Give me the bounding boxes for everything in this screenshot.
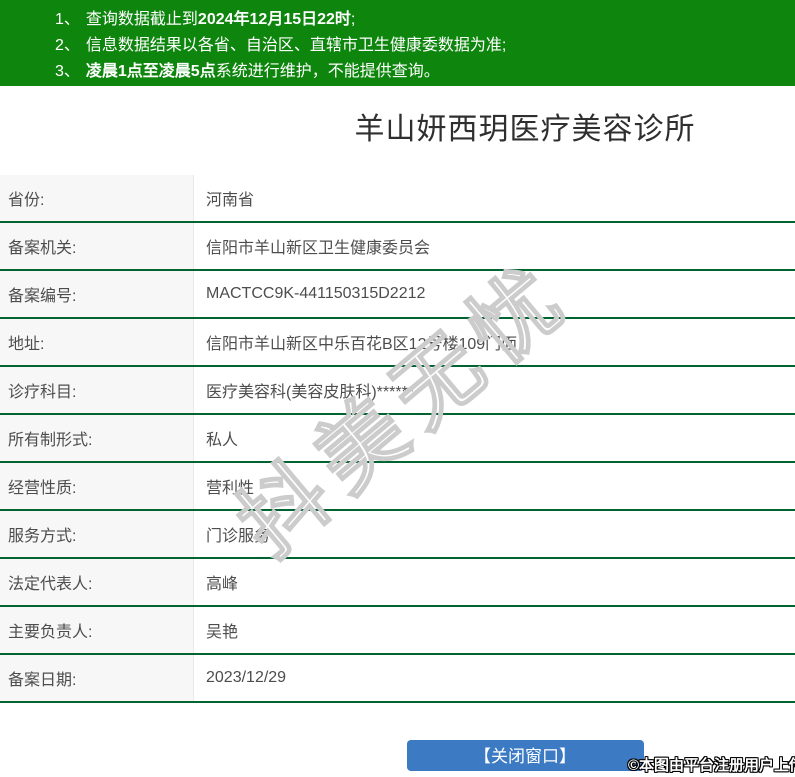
notice-text: ; bbox=[350, 11, 356, 28]
field-value: 河南省 bbox=[193, 175, 795, 223]
table-row: 经营性质: 营利性 bbox=[0, 462, 795, 511]
notice-number: 3、 bbox=[55, 63, 80, 80]
table-row: 服务方式: 门诊服务 bbox=[0, 510, 795, 559]
notice-text-bold: 凌晨1点至凌晨5点 bbox=[85, 63, 216, 80]
field-label: 备案日期: bbox=[0, 654, 194, 703]
notice-number: 1、 bbox=[55, 11, 80, 28]
info-table: 省份: 河南省 备案机关: 信阳市羊山新区卫生健康委员会 备案编号: MACTCC9K-4… bbox=[0, 175, 795, 703]
field-label: 备案机关: bbox=[0, 222, 194, 271]
table-row: 省份: 河南省 bbox=[0, 175, 795, 223]
field-label: 所有制形式: bbox=[0, 414, 194, 463]
notice-banner: 1、 查询数据截止到2024年12月15日22时; 2、 信息数据结果以各省、自治区… bbox=[0, 0, 795, 86]
info-table-body: 省份: 河南省 备案机关: 信阳市羊山新区卫生健康委员会 备案编号: MACTCC9K-4… bbox=[0, 175, 795, 703]
notice-line-2: 2、 信息数据结果以各省、自治区、直辖市卫生健康委数据为准; bbox=[0, 33, 795, 59]
close-window-button[interactable]: 【关闭窗口】 bbox=[406, 740, 644, 771]
notice-text: 系统进行维护，不能提供查询。 bbox=[215, 63, 440, 80]
page: 1、 查询数据截止到2024年12月15日22时; 2、 信息数据结果以各省、自治区… bbox=[0, 0, 795, 777]
field-value: MACTCC9K-441150315D2212 bbox=[193, 270, 795, 319]
page-title: 羊山妍西玥医疗美容诊所 bbox=[354, 113, 696, 146]
field-value: 2023/12/29 bbox=[193, 654, 795, 703]
table-row: 诊疗科目: 医疗美容科(美容皮肤科)****** bbox=[0, 366, 795, 415]
title-row: 羊山妍西玥医疗美容诊所 bbox=[0, 112, 795, 148]
field-value: 医疗美容科(美容皮肤科)****** bbox=[193, 366, 795, 415]
table-row: 备案机关: 信阳市羊山新区卫生健康委员会 bbox=[0, 222, 795, 271]
notice-text-bold: 2024年12月15日22时 bbox=[197, 11, 351, 28]
notice-text: 信息数据结果以各省、自治区、直辖市卫生健康委数据为准; bbox=[85, 37, 507, 54]
field-label: 经营性质: bbox=[0, 462, 194, 511]
notice-line-3: 3、 凌晨1点至凌晨5点系统进行维护，不能提供查询。 bbox=[0, 59, 795, 85]
notice-text: 查询数据截止到 bbox=[85, 11, 198, 28]
table-row: 所有制形式: 私人 bbox=[0, 414, 795, 463]
table-row: 主要负责人: 吴艳 bbox=[0, 606, 795, 655]
upload-note: ©本图由平台注册用户上传 bbox=[628, 757, 795, 774]
table-row: 地址: 信阳市羊山新区中乐百花B区12号楼109门面 bbox=[0, 318, 795, 367]
field-value: 门诊服务 bbox=[193, 510, 795, 559]
field-label: 省份: bbox=[0, 175, 194, 223]
field-label: 备案编号: bbox=[0, 270, 194, 319]
table-row: 法定代表人: 高峰 bbox=[0, 558, 795, 607]
table-row: 备案日期: 2023/12/29 bbox=[0, 654, 795, 703]
field-value: 信阳市羊山新区卫生健康委员会 bbox=[193, 222, 795, 271]
field-value: 高峰 bbox=[193, 558, 795, 607]
field-label: 地址: bbox=[0, 318, 194, 367]
field-value: 私人 bbox=[193, 414, 795, 463]
notice-number: 2、 bbox=[55, 37, 80, 54]
table-row: 备案编号: MACTCC9K-441150315D2212 bbox=[0, 270, 795, 319]
field-label: 法定代表人: bbox=[0, 558, 194, 607]
field-value: 营利性 bbox=[193, 462, 795, 511]
field-label: 主要负责人: bbox=[0, 606, 194, 655]
field-label: 诊疗科目: bbox=[0, 366, 194, 415]
notice-line-1: 1、 查询数据截止到2024年12月15日22时; bbox=[0, 7, 795, 33]
field-value: 信阳市羊山新区中乐百花B区12号楼109门面 bbox=[193, 318, 795, 367]
field-value: 吴艳 bbox=[193, 606, 795, 655]
field-label: 服务方式: bbox=[0, 510, 194, 559]
